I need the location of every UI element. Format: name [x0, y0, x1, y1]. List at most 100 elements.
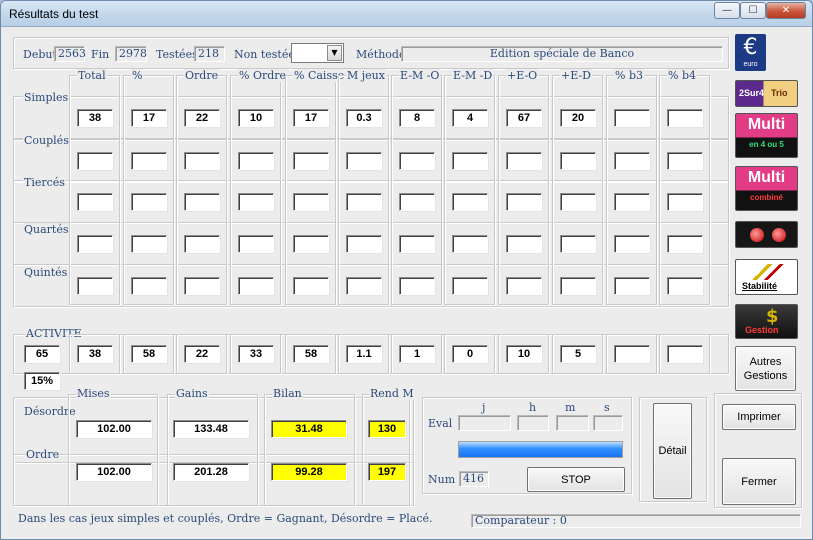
multi-combine-icon[interactable]: Multi combiné: [735, 166, 798, 211]
table-cell: [238, 193, 274, 211]
column-header: % Ordre: [238, 69, 288, 82]
table-cell: [131, 193, 167, 211]
desordre-gains: 133.48: [173, 420, 249, 438]
desordre-mises: 102.00: [76, 420, 152, 438]
eval-s-label: s: [604, 401, 610, 414]
gc-right-dot: [772, 228, 786, 242]
chevron-down-icon[interactable]: ▼: [327, 45, 342, 61]
activite-cell: 0: [452, 345, 488, 363]
debut-label: Debut: [23, 48, 57, 61]
table-cell: [238, 235, 274, 253]
eval-s-value: [593, 415, 623, 431]
table-cell: [77, 152, 113, 170]
ordre-label: Ordre: [25, 448, 61, 461]
minimize-button[interactable]: —: [714, 2, 740, 19]
multi-4-label: en 4 ou 5: [749, 140, 784, 149]
footer-note: Dans les cas jeux simples et couplés, Or…: [18, 512, 433, 525]
imprimer-button[interactable]: Imprimer: [722, 404, 796, 430]
table-cell: [184, 277, 220, 295]
fermer-button[interactable]: Fermer: [722, 458, 796, 505]
comparateur-status: Comparateur : 0: [471, 514, 801, 528]
non-testees-select[interactable]: ▼: [291, 43, 344, 63]
activite-cell: [614, 345, 650, 363]
table-cell: [399, 235, 435, 253]
eval-h-value: [517, 415, 549, 431]
methode-value: Edition spéciale de Banco: [401, 46, 723, 62]
table-cell: [614, 277, 650, 295]
title-bar: Résultats du test — ☐ ✕: [1, 1, 812, 27]
ordre-mises: 102.00: [76, 463, 152, 481]
row-label: Quartés: [23, 223, 70, 236]
row-label: Quintés: [23, 266, 69, 279]
column-header: +E-D: [560, 69, 592, 82]
column-header: Ordre: [184, 69, 220, 82]
table-cell: 8: [399, 109, 435, 127]
table-cell: [184, 152, 220, 170]
table-cell: [293, 193, 329, 211]
activite-cell: 1.1: [346, 345, 382, 363]
eval-h-label: h: [529, 401, 537, 414]
table-cell: [560, 277, 596, 295]
table-cell: [452, 152, 488, 170]
table-cell: 38: [77, 109, 113, 127]
gains-group: [167, 394, 258, 506]
multi-icon[interactable]: Multi en 4 ou 5: [735, 113, 798, 158]
table-cell: [131, 235, 167, 253]
methode-label: Méthode: [356, 48, 406, 61]
stabilite-label: Stabilité: [742, 281, 778, 291]
activite-count: 65: [24, 345, 60, 363]
multi-label: Multi: [747, 116, 786, 133]
table-cell: [131, 152, 167, 170]
euro-label: euro: [743, 61, 758, 68]
fin-label: Fin: [91, 48, 110, 61]
table-cell: [667, 109, 703, 127]
activite-cell: 1: [399, 345, 435, 363]
bilan-label: Bilan: [272, 387, 303, 400]
eval-j-label: j: [482, 401, 486, 414]
ordre-rend: 197: [368, 463, 406, 481]
table-cell: [506, 152, 542, 170]
gc-icon[interactable]: [735, 221, 798, 248]
table-cell: [77, 235, 113, 253]
stop-button[interactable]: STOP: [527, 467, 625, 492]
activite-cell: 5: [560, 345, 596, 363]
table-cell: 4: [452, 109, 488, 127]
eval-j-value: [458, 415, 511, 431]
table-cell: [667, 235, 703, 253]
stabilite-icon[interactable]: Stabilité: [735, 259, 798, 295]
table-cell: [238, 152, 274, 170]
table-cell: [667, 152, 703, 170]
column-header: E-M -D: [452, 69, 494, 82]
table-cell: [184, 193, 220, 211]
detail-button[interactable]: Détail: [653, 403, 692, 499]
ordre-gains: 201.28: [173, 463, 249, 481]
column-header: Total: [77, 69, 107, 82]
ordre-bilan: 99.28: [271, 463, 347, 481]
desordre-bilan: 31.48: [271, 420, 347, 438]
table-cell: 17: [293, 109, 329, 127]
table-cell: 22: [184, 109, 220, 127]
eval-m-value: [556, 415, 589, 431]
trio-icon[interactable]: 2Sur4 Trio: [735, 80, 798, 107]
activite-pct: 15%: [24, 372, 60, 390]
table-cell: [667, 277, 703, 295]
maximize-button[interactable]: ☐: [740, 2, 766, 19]
table-cell: [667, 193, 703, 211]
trio-label-b: Trio: [771, 88, 788, 98]
table-cell: [399, 193, 435, 211]
dollar-icon: $: [766, 306, 779, 327]
autres-gestions-button[interactable]: Autres Gestions: [735, 346, 796, 391]
table-cell: [452, 193, 488, 211]
table-cell: [399, 277, 435, 295]
table-cell: [77, 193, 113, 211]
activite-cell: 38: [77, 345, 113, 363]
activite-cell: 22: [184, 345, 220, 363]
table-cell: 10: [238, 109, 274, 127]
table-cell: [346, 152, 382, 170]
euro-icon[interactable]: € euro: [735, 34, 766, 71]
close-button[interactable]: ✕: [766, 2, 806, 19]
table-cell: [293, 277, 329, 295]
gc-left-dot: [750, 228, 764, 242]
gestion-icon[interactable]: $ Gestion: [735, 304, 798, 339]
row-label: Tiercés: [23, 176, 66, 189]
